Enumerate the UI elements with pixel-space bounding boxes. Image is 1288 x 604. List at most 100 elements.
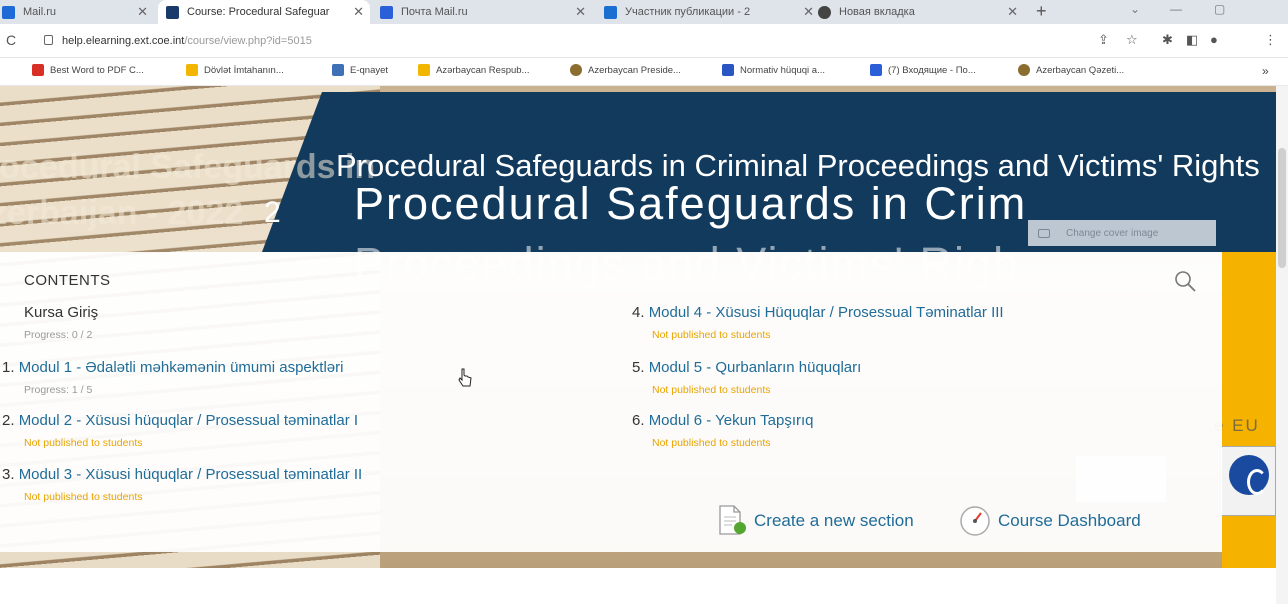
section-number: 6. — [632, 412, 649, 429]
section-modul-2[interactable]: 2. Modul 2 - Xüsusi hüquqlar / Prosessua… — [2, 412, 358, 429]
course-icon — [166, 5, 179, 19]
address-bar: C help.elearning.ext.coe.int/course/view… — [0, 24, 1288, 58]
course-dashboard-button[interactable]: Course Dashboard — [958, 504, 1141, 538]
course-dashboard-label: Course Dashboard — [998, 511, 1141, 530]
section-status: Not published to students — [652, 437, 771, 449]
camera-icon — [1038, 228, 1050, 238]
section-number: 1. — [2, 359, 19, 376]
section-modul-5[interactable]: 5. Modul 5 - Qurbanların hüquqları — [632, 359, 861, 376]
section-number: 2. — [2, 412, 19, 429]
hand-cursor-icon — [458, 368, 472, 387]
section-modul-3[interactable]: 3. Modul 3 - Xüsusi hüquqlar / Prosessua… — [2, 466, 362, 483]
star-icon[interactable]: ☆ — [1126, 32, 1138, 48]
scrollbar-thumb[interactable] — [1278, 148, 1286, 268]
section-status: Not published to students — [652, 384, 771, 396]
url-host: help.elearning.ext.coe.int — [62, 35, 185, 47]
bookmark-respublika[interactable]: Azərbaycan Respub... — [418, 64, 529, 76]
coe-emblem-icon — [1229, 455, 1269, 495]
emblem-icon — [186, 64, 198, 76]
page-content: rocedural Safeguards in zerbaijan - 2022… — [0, 86, 1276, 604]
section-number: 4. — [632, 304, 649, 321]
section-title: Modul 4 - Xüsusi Hüquqlar / Prosessual T… — [648, 304, 1004, 321]
section-title: Modul 3 - Xüsusi hüquqlar / Prosessual t… — [18, 466, 363, 483]
create-section-button[interactable]: Create a new section — [716, 504, 914, 538]
change-cover-button[interactable]: Change cover image — [1028, 220, 1216, 246]
search-icon — [604, 5, 617, 19]
section-progress: Progress: 1 / 5 — [24, 384, 93, 396]
course-year-fragment: 2 — [264, 196, 281, 229]
page-scrollbar[interactable] — [1276, 86, 1288, 604]
close-icon[interactable]: ✕ — [353, 4, 364, 20]
tab-publication[interactable]: Участник публикации - 2 ✕ — [596, 0, 820, 24]
section-title: Modul 5 - Qurbanların hüquqları — [648, 359, 862, 376]
mail-icon — [380, 5, 393, 19]
contents-heading: CONTENTS — [24, 272, 111, 289]
bookmark-eqnayet[interactable]: E-qnayet — [332, 64, 388, 76]
section-number: 3. — [2, 466, 19, 483]
pdf-icon — [32, 64, 44, 76]
bookmarks-bar: Best Word to PDF C... Dövlət İmtahanın..… — [0, 58, 1288, 86]
site-icon — [722, 64, 734, 76]
mail-icon — [2, 5, 15, 19]
close-icon[interactable]: ✕ — [575, 4, 586, 20]
create-section-label: Create a new section — [754, 511, 914, 530]
emblem-icon — [1018, 64, 1030, 76]
section-status: Not published to students — [652, 329, 771, 341]
profile-icon[interactable]: ● — [1210, 32, 1218, 47]
mail-icon — [870, 64, 882, 76]
section-modul-4[interactable]: 4. Modul 4 - Xüsusi Hüquqlar / Prosessua… — [632, 304, 1004, 321]
new-tab-button[interactable]: + — [1036, 0, 1047, 22]
cover-title-background: rocedural Safeguards in — [0, 148, 376, 186]
section-title: Modul 2 - Xüsusi hüquqlar / Prosessual t… — [18, 412, 359, 429]
contents-panel: CONTENTS Kursa Giriş Progress: 0 / 2 1. … — [0, 252, 1222, 552]
section-title: Kursa Giriş — [24, 304, 99, 321]
share-icon[interactable]: ⇪ — [1098, 32, 1109, 48]
cover-subtitle-background: zerbaijan - 2022 — [0, 194, 244, 232]
section-status: Not published to students — [24, 491, 143, 503]
tab-new[interactable]: Новая вкладка ✕ — [810, 0, 1024, 24]
section-progress: Progress: 0 / 2 — [24, 329, 93, 341]
section-modul-1[interactable]: 1. Modul 1 - Ədalətli məhkəmənin ümumi a… — [2, 359, 343, 376]
chevron-down-icon[interactable]: ⌄ — [1130, 2, 1140, 16]
cover-ghost-title: Procedural Safeguards in Crim — [354, 178, 1028, 229]
bookmark-qazeti[interactable]: Azerbaycan Qəzeti... — [1018, 64, 1124, 76]
search-icon[interactable] — [1174, 270, 1196, 292]
bookmark-president[interactable]: Azerbaycan Preside... — [570, 64, 681, 76]
sidepanel-icon[interactable]: ◧ — [1186, 32, 1198, 48]
restore-icon[interactable]: ▢ — [1214, 2, 1225, 16]
close-icon[interactable]: ✕ — [1007, 4, 1018, 20]
bookmark-inbox[interactable]: (7) Входящие - По... — [870, 64, 976, 76]
tab-label: Участник публикации - 2 — [625, 6, 751, 18]
bookmark-dovlet[interactable]: Dövlət İmtahanın... — [186, 64, 284, 76]
reload-icon[interactable]: C — [6, 32, 16, 48]
minimize-icon[interactable]: — — [1170, 2, 1182, 16]
tab-strip: Mail.ru ✕ Course: Procedural Safeguar ✕ … — [0, 0, 1288, 24]
url-path: /course/view.php?id=5015 — [184, 35, 312, 47]
browser-icon — [818, 5, 831, 19]
tab-course[interactable]: Course: Procedural Safeguar ✕ — [158, 0, 370, 24]
tab-pochta[interactable]: Почта Mail.ru ✕ — [372, 0, 592, 24]
bookmark-normativ[interactable]: Normativ hüquqi a... — [722, 64, 825, 76]
extensions-icon[interactable]: ✱ — [1162, 32, 1173, 48]
emblem-icon — [570, 64, 582, 76]
add-document-icon — [719, 505, 746, 535]
change-cover-label: Change cover image — [1066, 227, 1159, 239]
section-number: 5. — [632, 359, 649, 376]
url-field[interactable]: help.elearning.ext.coe.int/course/view.p… — [62, 35, 312, 47]
section-status: Not published to students — [24, 437, 143, 449]
section-modul-6[interactable]: 6. Modul 6 - Yekun Tapşırıq — [632, 412, 814, 429]
coe-logo — [1220, 446, 1276, 516]
tab-label: Почта Mail.ru — [401, 6, 468, 18]
tab-label: Новая вкладка — [839, 6, 915, 18]
bookmark-pdf[interactable]: Best Word to PDF C... — [32, 64, 144, 76]
section-intro[interactable]: Kursa Giriş — [24, 304, 98, 321]
lock-icon[interactable] — [44, 35, 53, 45]
tab-mail[interactable]: Mail.ru ✕ — [0, 0, 154, 24]
gold-strip — [1222, 252, 1276, 568]
tab-label: Course: Procedural Safeguar — [187, 6, 330, 18]
menu-icon[interactable]: ⋮ — [1264, 32, 1277, 48]
close-icon[interactable]: ✕ — [137, 4, 148, 20]
chevron-right-icon[interactable]: » — [1262, 64, 1269, 78]
emblem-icon — [418, 64, 430, 76]
tab-label: Mail.ru — [23, 6, 57, 18]
